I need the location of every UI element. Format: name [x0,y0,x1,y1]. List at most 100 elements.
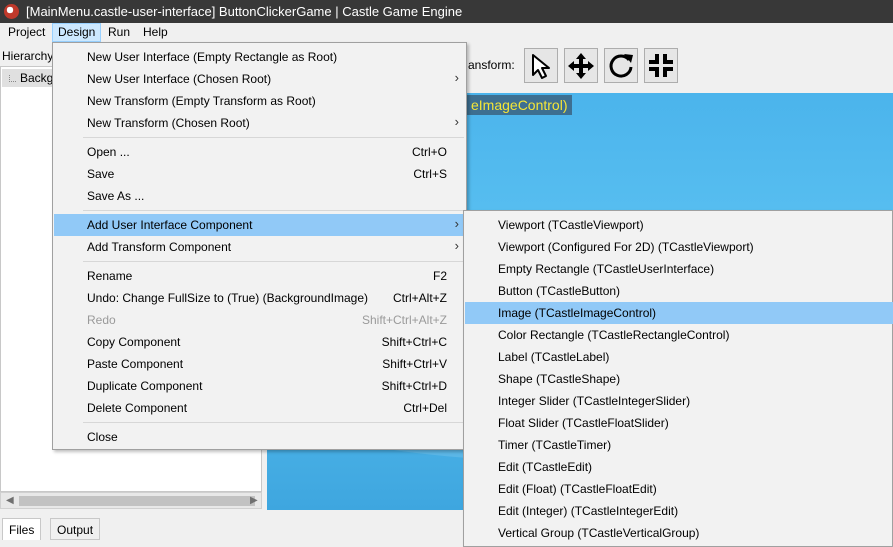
menu-item-shortcut: Ctrl+Del [403,401,447,415]
menu-item-new-transform-chosen-root[interactable]: New Transform (Chosen Root) › [54,112,465,134]
submenu-item[interactable]: Label (TCastleLabel) [465,346,893,368]
menu-item-shortcut: Shift+Ctrl+D [381,379,447,393]
menu-item-shortcut: Ctrl+O [411,145,447,159]
scale-compress-icon [649,54,673,77]
menu-item-add-transform-component[interactable]: Add Transform Component › [54,236,465,258]
menu-item-new-transform-empty-root[interactable]: New Transform (Empty Transform as Root) [54,90,465,112]
menu-item-copy-component[interactable]: Copy Component Shift+Ctrl+C [54,331,465,353]
menu-item-new-ui-chosen-root[interactable]: New User Interface (Chosen Root) › [54,68,465,90]
submenu-item[interactable]: Integer Slider (TCastleIntegerSlider) [465,390,893,412]
menu-item-add-ui-component[interactable]: Add User Interface Component › [54,214,465,236]
tab-files[interactable]: Files [2,518,42,540]
translate-tool-button[interactable] [564,48,598,83]
menu-item-delete-component[interactable]: Delete Component Ctrl+Del [54,397,465,419]
submenu-item-label: Edit (TCastleEdit) [498,460,593,474]
menu-item-duplicate-component[interactable]: Duplicate Component Shift+Ctrl+D [54,375,465,397]
menu-separator [83,422,464,423]
submenu-item[interactable]: Edit (TCastleEdit) [465,456,893,478]
submenu-item[interactable]: Edit (Float) (TCastleFloatEdit) [465,478,893,500]
menu-separator [83,261,464,262]
cursor-icon [532,54,550,79]
menu-item-label: Delete Component [87,401,188,415]
menu-item-label: New Transform (Empty Transform as Root) [87,94,316,108]
menu-item-label: Copy Component [87,335,181,349]
menu-item-label: Redo [87,313,116,327]
tree-item-label: Backg [20,71,54,85]
submenu-item[interactable]: Image (TCastleImageControl) [465,302,893,324]
submenu-item-label: Vertical Group (TCastleVerticalGroup) [498,526,700,540]
menu-item-close[interactable]: Close [54,426,465,448]
submenu-item-label: Edit (Integer) (TCastleIntegerEdit) [498,504,679,518]
submenu-item-label: Button (TCastleButton) [498,284,621,298]
submenu-item[interactable]: Vertical Group (TCastleVerticalGroup) [465,522,893,544]
submenu-arrow-icon: › [454,216,459,231]
menu-item-redo[interactable]: Redo Shift+Ctrl+Alt+Z [54,309,465,331]
submenu-item-label: Viewport (Configured For 2D) (TCastleVie… [498,240,754,254]
menu-item-label: Open ... [87,145,130,159]
submenu-item-label: Timer (TCastleTimer) [498,438,612,452]
menu-run[interactable]: Run [103,23,135,42]
scale-tool-button[interactable] [644,48,678,83]
rotate-tool-button[interactable] [604,48,638,83]
transform-label: ansform: [468,58,515,72]
hierarchy-scrollbar[interactable]: ◀ ▶ [0,492,262,509]
menu-help[interactable]: Help [138,23,173,42]
menu-item-label: Save [87,167,115,181]
submenu-item-label: Float Slider (TCastleFloatSlider) [498,416,669,430]
menu-item-label: Rename [87,269,133,283]
scroll-left-icon[interactable]: ◀ [6,495,14,506]
menu-item-new-ui-empty-root[interactable]: New User Interface (Empty Rectangle as R… [54,46,465,68]
submenu-item[interactable]: Edit (Integer) (TCastleIntegerEdit) [465,500,893,522]
menu-separator [83,137,464,138]
title-bar: [MainMenu.castle-user-interface] ButtonC… [0,0,893,23]
tab-output[interactable]: Output [50,518,101,540]
submenu-item-label: Empty Rectangle (TCastleUserInterface) [498,262,715,276]
window-title: [MainMenu.castle-user-interface] ButtonC… [26,4,463,19]
menu-item-undo[interactable]: Undo: Change FullSize to (True) (Backgro… [54,287,465,309]
menu-item-label: New Transform (Chosen Root) [87,116,250,130]
tree-connector [9,75,16,82]
submenu-arrow-icon: › [454,238,459,253]
menu-item-save[interactable]: Save Ctrl+S [54,163,465,185]
scroll-right-icon[interactable]: ▶ [250,495,258,506]
menu-item-label: Paste Component [87,357,184,371]
menu-item-label: New User Interface (Chosen Root) [87,72,272,86]
menu-item-shortcut: Shift+Ctrl+C [381,335,447,349]
menu-item-shortcut: Shift+Ctrl+Alt+Z [361,313,447,327]
submenu-item-label: Viewport (TCastleViewport) [498,218,644,232]
menu-item-open[interactable]: Open ... Ctrl+O [54,141,465,163]
submenu-item-label: Integer Slider (TCastleIntegerSlider) [498,394,691,408]
submenu-item-label: Shape (TCastleShape) [498,372,621,386]
submenu-item[interactable]: Timer (TCastleTimer) [465,434,893,456]
menu-design[interactable]: Design [52,23,102,42]
submenu-item[interactable]: Viewport (Configured For 2D) (TCastleVie… [465,236,893,258]
submenu-arrow-icon: › [454,114,459,129]
menu-item-label: Close [87,430,118,444]
menu-separator [83,210,464,211]
submenu-item[interactable]: Float Slider (TCastleFloatSlider) [465,412,893,434]
menu-item-label: Duplicate Component [87,379,203,393]
submenu-item[interactable]: Viewport (TCastleViewport) [465,214,893,236]
submenu-item-label: Edit (Float) (TCastleFloatEdit) [498,482,657,496]
submenu-item[interactable]: Color Rectangle (TCastleRectangleControl… [465,324,893,346]
menu-item-save-as[interactable]: Save As ... [54,185,465,207]
menu-item-label: Add Transform Component [87,240,232,254]
submenu-item-label: Image (TCastleImageControl) [498,306,657,320]
rotate-icon [609,54,633,78]
menu-project[interactable]: Project [3,23,50,42]
menu-item-shortcut: Shift+Ctrl+V [382,357,447,371]
scrollbar-thumb[interactable] [19,496,255,506]
submenu-item[interactable]: Empty Rectangle (TCastleUserInterface) [465,258,893,280]
submenu-item[interactable]: Shape (TCastleShape) [465,368,893,390]
select-tool-button[interactable] [524,48,558,83]
menu-item-rename[interactable]: Rename F2 [54,265,465,287]
submenu-item-label: Color Rectangle (TCastleRectangleControl… [498,328,730,342]
add-ui-component-submenu: Viewport (TCastleViewport) Viewport (Conf… [463,210,893,547]
menu-item-label: New User Interface (Empty Rectangle as R… [87,50,338,64]
menu-item-label: Add User Interface Component [87,218,253,232]
move-arrows-icon [568,53,594,79]
submenu-item[interactable]: Button (TCastleButton) [465,280,893,302]
menu-item-paste-component[interactable]: Paste Component Shift+Ctrl+V [54,353,465,375]
menu-bar: Project Design Run Help [0,23,893,42]
menu-item-label: Undo: Change FullSize to (True) (Backgro… [87,291,369,305]
